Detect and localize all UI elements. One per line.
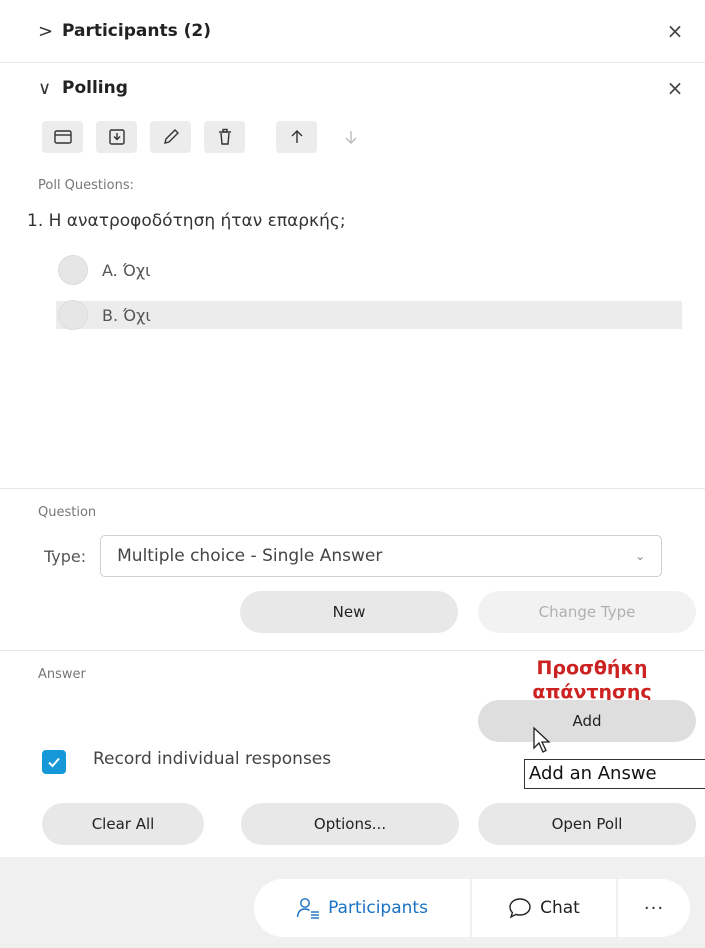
answer-option-b[interactable]: B. Όχι bbox=[56, 300, 682, 330]
polling-panel-title: Polling bbox=[62, 78, 128, 98]
radio-button[interactable] bbox=[58, 300, 88, 330]
more-dots-icon: ··· bbox=[643, 897, 665, 919]
participants-panel-title: Participants (2) bbox=[62, 21, 211, 41]
record-responses-checkbox[interactable] bbox=[42, 750, 66, 774]
participants-panel-header[interactable]: > Participants (2) × bbox=[0, 0, 705, 62]
answer-option-a-text: A. Όχι bbox=[102, 260, 151, 280]
answer-option-a[interactable]: A. Όχι bbox=[56, 255, 682, 285]
question-type-select[interactable]: Multiple choice - Single Answer ⌄ bbox=[100, 535, 663, 577]
chat-tab-label: Chat bbox=[540, 898, 580, 918]
close-participants-icon[interactable]: × bbox=[663, 19, 687, 43]
change-type-button[interactable]: Change Type bbox=[478, 591, 696, 633]
checkmark-icon bbox=[48, 757, 60, 768]
type-label: Type: bbox=[44, 546, 87, 566]
edit-button[interactable] bbox=[150, 121, 191, 153]
bottom-bar: Participants Chat ··· bbox=[0, 857, 705, 948]
move-up-button[interactable] bbox=[276, 121, 317, 153]
move-down-arrow-icon bbox=[345, 131, 356, 144]
divider bbox=[0, 488, 705, 489]
answer-section-label: Answer bbox=[38, 667, 86, 682]
poll-question-text[interactable]: 1. Η ανατροφοδότηση ήταν επαρκής; bbox=[27, 211, 346, 231]
save-poll-button[interactable] bbox=[96, 121, 137, 153]
participants-icon bbox=[296, 898, 320, 919]
poll-questions-label: Poll Questions: bbox=[38, 178, 134, 193]
record-responses-label[interactable]: Record individual responses bbox=[93, 749, 331, 769]
participants-tab-label: Participants bbox=[328, 898, 428, 918]
question-type-value: Multiple choice - Single Answer bbox=[117, 546, 383, 566]
participants-tab-button[interactable]: Participants bbox=[254, 879, 470, 937]
question-section-label: Question bbox=[38, 505, 97, 520]
delete-button[interactable] bbox=[204, 121, 245, 153]
divider bbox=[0, 650, 705, 651]
chevron-down-icon: ∨ bbox=[38, 77, 52, 99]
new-button[interactable]: New bbox=[240, 591, 458, 633]
more-options-button[interactable]: ··· bbox=[618, 879, 690, 937]
folder-open-icon bbox=[53, 130, 72, 144]
poll-toolbar bbox=[42, 121, 371, 153]
open-poll-button[interactable]: Open Poll bbox=[478, 803, 696, 845]
annotation-add-answer: Προσθήκη απάντησης bbox=[492, 656, 692, 704]
add-answer-button[interactable]: Add bbox=[478, 700, 696, 742]
chevron-right-icon: > bbox=[38, 20, 54, 42]
annotation-line-1: Προσθήκη bbox=[536, 657, 648, 679]
mouse-cursor-icon bbox=[533, 726, 551, 753]
polling-panel-header[interactable]: ∨ Polling × bbox=[0, 63, 705, 113]
move-down-button[interactable] bbox=[330, 121, 371, 153]
clear-all-button[interactable]: Clear All bbox=[42, 803, 204, 845]
move-up-arrow-icon bbox=[291, 130, 302, 143]
save-download-icon bbox=[108, 129, 125, 145]
edit-pencil-icon bbox=[163, 129, 179, 144]
radio-button[interactable] bbox=[58, 255, 88, 285]
chevron-down-icon: ⌄ bbox=[635, 549, 646, 563]
add-answer-tooltip: Add an Answe bbox=[524, 759, 705, 789]
question-type-row: Type: Multiple choice - Single Answer ⌄ bbox=[44, 535, 663, 577]
chat-tab-button[interactable]: Chat bbox=[472, 879, 616, 937]
open-poll-button[interactable] bbox=[42, 121, 83, 153]
options-button[interactable]: Options... bbox=[241, 803, 459, 845]
chat-bubble-icon bbox=[509, 898, 531, 919]
close-polling-icon[interactable]: × bbox=[663, 76, 687, 100]
answer-option-b-text: B. Όχι bbox=[102, 305, 151, 325]
delete-trash-icon bbox=[218, 128, 231, 145]
